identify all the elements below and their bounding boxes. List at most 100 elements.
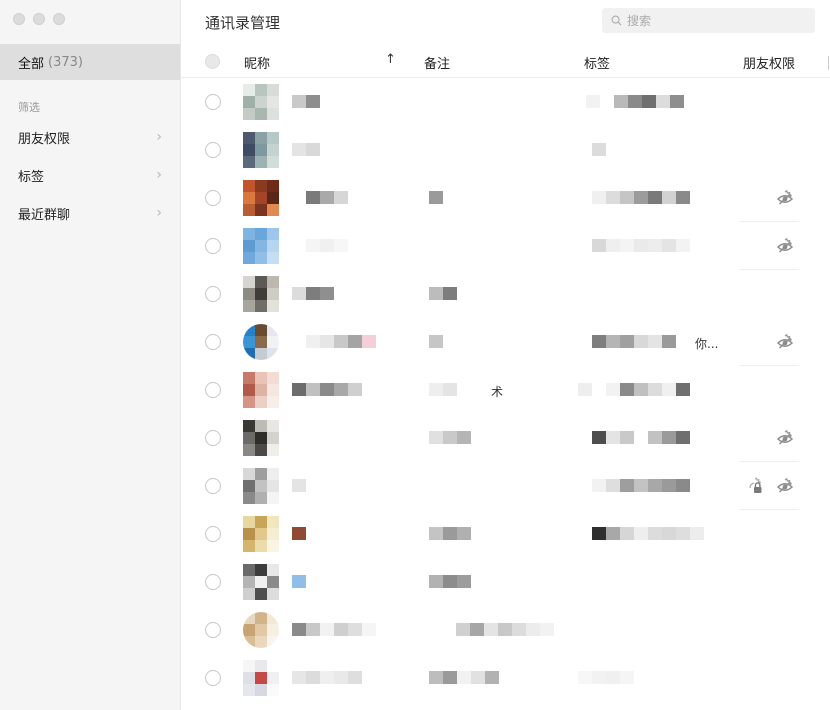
sort-ascending-icon[interactable]: ↑ bbox=[385, 52, 396, 67]
sidebar-item-recent-groups[interactable]: 最近群聊 › bbox=[0, 198, 180, 228]
nickname-cell bbox=[292, 623, 376, 636]
nickname-cell bbox=[292, 287, 334, 300]
close-window-button[interactable] bbox=[13, 13, 25, 25]
sidebar-item-label: 最近群聊 bbox=[18, 207, 71, 223]
avatar[interactable] bbox=[243, 180, 279, 216]
filter-heading: 筛选 bbox=[18, 101, 40, 114]
table-row[interactable] bbox=[181, 174, 830, 222]
avatar[interactable] bbox=[243, 516, 279, 552]
sidebar-item-tags[interactable]: 标签 › bbox=[0, 160, 180, 190]
tags-cell bbox=[592, 479, 690, 492]
table-row[interactable] bbox=[181, 558, 830, 606]
avatar[interactable] bbox=[243, 660, 279, 696]
row-select-checkbox[interactable] bbox=[205, 334, 221, 350]
tags-cell bbox=[592, 431, 690, 444]
nickname-cell bbox=[306, 191, 348, 204]
table-row[interactable] bbox=[181, 654, 830, 702]
main-panel: 通讯录管理 搜索 昵称 ↑ 备注 标签 朋友权限 你... 术 bbox=[181, 0, 830, 710]
contact-list: 你... 术 bbox=[181, 78, 830, 702]
remark-cell bbox=[456, 623, 554, 636]
row-select-checkbox[interactable] bbox=[205, 382, 221, 398]
nickname-cell bbox=[292, 143, 320, 156]
avatar[interactable] bbox=[243, 372, 279, 408]
column-header-nickname[interactable]: 昵称 bbox=[244, 53, 270, 72]
tags-cell bbox=[592, 191, 690, 204]
sidebar-item-all[interactable]: 全部 (373) bbox=[0, 44, 180, 80]
avatar[interactable] bbox=[243, 324, 279, 360]
column-header-remark[interactable]: 备注 bbox=[424, 53, 450, 72]
remark-cell bbox=[429, 383, 457, 396]
sidebar-item-label: 朋友权限 bbox=[18, 131, 71, 147]
remark-cell bbox=[429, 191, 443, 204]
table-row[interactable]: 术 bbox=[181, 366, 830, 414]
table-header: 昵称 ↑ 备注 标签 朋友权限 bbox=[181, 42, 830, 78]
tags-cell bbox=[578, 671, 634, 684]
sidebar-item-all-count: (373) bbox=[48, 54, 83, 70]
row-select-checkbox[interactable] bbox=[205, 574, 221, 590]
table-row[interactable] bbox=[181, 78, 830, 126]
column-divider bbox=[828, 56, 829, 70]
table-row[interactable] bbox=[181, 606, 830, 654]
avatar[interactable] bbox=[243, 84, 279, 120]
search-placeholder: 搜索 bbox=[627, 14, 652, 28]
table-row[interactable] bbox=[181, 126, 830, 174]
nickname-cell bbox=[306, 239, 348, 252]
avatar[interactable] bbox=[243, 228, 279, 264]
nickname-cell bbox=[292, 671, 362, 684]
page-title: 通讯录管理 bbox=[205, 14, 281, 32]
sidebar: 全部 (373) 筛选 朋友权限 › 标签 › 最近群聊 › bbox=[0, 0, 181, 710]
nickname-cell bbox=[292, 479, 306, 492]
row-select-checkbox[interactable] bbox=[205, 622, 221, 638]
tags-cell bbox=[592, 335, 676, 348]
sidebar-item-friend-permissions[interactable]: 朋友权限 › bbox=[0, 122, 180, 152]
column-header-tags[interactable]: 标签 bbox=[584, 53, 610, 72]
row-select-checkbox[interactable] bbox=[205, 478, 221, 494]
tags-cell bbox=[592, 143, 606, 156]
zoom-window-button[interactable] bbox=[53, 13, 65, 25]
hidden-eye-icon bbox=[776, 477, 794, 493]
avatar[interactable] bbox=[243, 468, 279, 504]
nickname-cell bbox=[292, 383, 362, 396]
row-select-checkbox[interactable] bbox=[205, 238, 221, 254]
remark-cell bbox=[429, 527, 471, 540]
remark-cell bbox=[429, 287, 457, 300]
avatar[interactable] bbox=[243, 420, 279, 456]
remark-cell bbox=[429, 575, 471, 588]
column-header-friend-permissions[interactable]: 朋友权限 bbox=[743, 53, 795, 72]
table-row[interactable] bbox=[181, 462, 830, 510]
table-row[interactable] bbox=[181, 222, 830, 270]
chevron-right-icon: › bbox=[156, 129, 162, 145]
table-row[interactable] bbox=[181, 414, 830, 462]
table-row[interactable]: 你... bbox=[181, 318, 830, 366]
row-select-checkbox[interactable] bbox=[205, 526, 221, 542]
row-select-checkbox[interactable] bbox=[205, 142, 221, 158]
table-row[interactable] bbox=[181, 510, 830, 558]
row-select-checkbox[interactable] bbox=[205, 190, 221, 206]
row-select-checkbox[interactable] bbox=[205, 430, 221, 446]
minimize-window-button[interactable] bbox=[33, 13, 45, 25]
search-icon bbox=[611, 15, 622, 26]
tags-cell bbox=[592, 527, 704, 540]
tags-text: 你... bbox=[695, 337, 719, 351]
row-select-checkbox[interactable] bbox=[205, 94, 221, 110]
nickname-cell bbox=[292, 575, 306, 588]
nickname-cell bbox=[306, 335, 376, 348]
tags-cell bbox=[592, 239, 690, 252]
row-select-checkbox[interactable] bbox=[205, 286, 221, 302]
sidebar-item-all-label: 全部 bbox=[18, 56, 45, 72]
row-select-checkbox[interactable] bbox=[205, 670, 221, 686]
table-row[interactable] bbox=[181, 270, 830, 318]
avatar[interactable] bbox=[243, 564, 279, 600]
remark-cell bbox=[429, 671, 499, 684]
select-all-checkbox[interactable] bbox=[205, 54, 220, 69]
hidden-eye-icon bbox=[776, 189, 794, 205]
tags-cell bbox=[578, 383, 690, 396]
tags-cell bbox=[586, 95, 684, 108]
sidebar-item-label: 标签 bbox=[18, 169, 45, 185]
nickname-cell bbox=[292, 95, 320, 108]
nickname-cell bbox=[292, 527, 306, 540]
search-input[interactable]: 搜索 bbox=[602, 8, 815, 33]
avatar[interactable] bbox=[243, 276, 279, 312]
avatar[interactable] bbox=[243, 132, 279, 168]
avatar[interactable] bbox=[243, 612, 279, 648]
